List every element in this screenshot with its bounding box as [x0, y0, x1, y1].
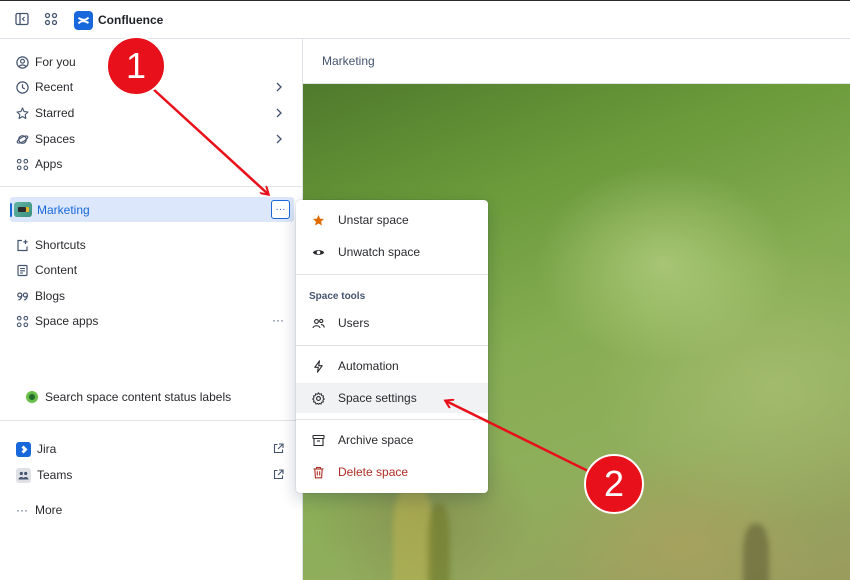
breadcrumb[interactable]: Marketing [322, 54, 375, 68]
chevron-right-icon[interactable] [274, 107, 284, 119]
teams-icon [16, 467, 31, 483]
sidebar-item-label: For you [35, 55, 76, 69]
menu-item-label: Delete space [338, 465, 409, 479]
app-switcher-icon[interactable] [44, 12, 60, 28]
space-apps-more-button[interactable]: ··· [272, 313, 284, 327]
content-icon [16, 264, 29, 277]
menu-item-automation[interactable]: Automation [296, 351, 488, 381]
annotation-badge-2: 2 [584, 454, 644, 514]
menu-item-label: Users [338, 316, 370, 330]
sidebar-item-jira[interactable]: Jira [8, 438, 294, 460]
users-icon [312, 317, 325, 330]
gear-icon [312, 391, 325, 405]
status-label-icon [26, 391, 38, 403]
image-detail [393, 484, 433, 580]
sidebar-item-label: Blogs [35, 289, 66, 303]
top-navigation-bar: Confluence [0, 0, 850, 39]
planet-icon [16, 133, 29, 146]
sidebar-item-content[interactable]: Content [8, 259, 294, 281]
status-labels-text: Search space content status labels [45, 390, 232, 404]
user-circle-icon [16, 55, 29, 69]
menu-separator [296, 345, 488, 346]
eye-icon [312, 246, 325, 259]
external-link-icon [273, 443, 284, 454]
chevron-right-icon[interactable] [274, 133, 284, 145]
clock-icon [16, 80, 29, 94]
quote-icon [16, 290, 29, 303]
external-link-icon [273, 469, 284, 480]
menu-item-label: Unwatch space [338, 245, 421, 259]
sidebar-item-label: Teams [37, 468, 73, 482]
sidebar-item-blogs[interactable]: Blogs [8, 285, 294, 307]
status-labels-link[interactable]: Search space content status labels [26, 390, 231, 404]
sidebar-item-starred[interactable]: Starred [8, 102, 294, 124]
menu-item-space-settings[interactable]: Space settings [296, 383, 488, 413]
menu-section-header: Space tools [309, 291, 366, 302]
image-detail [743, 524, 769, 580]
apps-grid-icon [16, 158, 29, 171]
menu-item-label: Archive space [338, 433, 414, 447]
sidebar: For you Recent Starred Spaces Apps Marke… [0, 39, 303, 580]
menu-item-label: Unstar space [338, 213, 409, 227]
sidebar-item-label: More [35, 503, 63, 517]
menu-item-delete-space[interactable]: Delete space [296, 457, 488, 487]
sidebar-item-label: Apps [35, 157, 63, 171]
sidebar-divider [0, 186, 302, 187]
menu-separator [296, 419, 488, 420]
sidebar-item-label: Shortcuts [35, 238, 86, 252]
selected-indicator [10, 202, 12, 217]
sidebar-item-teams[interactable]: Teams [8, 464, 294, 486]
sidebar-item-space-apps[interactable]: Space apps ··· [8, 310, 294, 332]
sidebar-item-label: Recent [35, 80, 74, 94]
sidebar-item-spaces[interactable]: Spaces [8, 128, 294, 150]
annotation-badge-1: 1 [106, 36, 166, 96]
apps-grid-icon [16, 315, 29, 328]
sidebar-item-label: Space apps [35, 314, 99, 328]
sidebar-item-shortcuts[interactable]: Shortcuts [8, 234, 294, 256]
sidebar-item-label: Jira [37, 442, 57, 456]
sidebar-item-label: Content [35, 263, 78, 277]
shortcut-icon [16, 239, 29, 252]
menu-item-archive-space[interactable]: Archive space [296, 425, 488, 455]
app-title[interactable]: Confluence [98, 13, 163, 27]
lightning-icon [312, 359, 325, 373]
more-dots-icon: ··· [16, 502, 28, 517]
sidebar-item-more[interactable]: ··· More [8, 499, 294, 521]
sidebar-item-label: Spaces [35, 132, 76, 146]
sidebar-item-label: Starred [35, 106, 75, 120]
confluence-logo-icon[interactable] [74, 11, 93, 30]
space-actions-menu: Unstar space Unwatch space Space tools U… [296, 200, 488, 493]
sidebar-toggle-icon[interactable] [15, 12, 31, 28]
menu-item-users[interactable]: Users [296, 308, 488, 338]
sidebar-space-marketing[interactable]: Marketing ··· [10, 197, 294, 222]
trash-icon [312, 466, 325, 479]
menu-item-unwatch-space[interactable]: Unwatch space [296, 237, 488, 267]
chevron-right-icon[interactable] [274, 81, 284, 93]
menu-item-label: Space settings [338, 391, 417, 405]
menu-separator [296, 274, 488, 275]
space-more-actions-button[interactable]: ··· [271, 200, 290, 219]
sidebar-divider [0, 420, 302, 421]
menu-item-label: Automation [338, 359, 399, 373]
main-header: Marketing [303, 39, 850, 84]
space-name: Marketing [37, 202, 90, 217]
image-detail [428, 504, 450, 580]
space-avatar [14, 202, 32, 217]
archive-icon [312, 434, 325, 447]
sidebar-item-apps[interactable]: Apps [8, 153, 294, 175]
star-icon [16, 106, 29, 120]
menu-item-unstar-space[interactable]: Unstar space [296, 205, 488, 235]
star-filled-icon [312, 214, 325, 227]
jira-icon [16, 441, 31, 457]
